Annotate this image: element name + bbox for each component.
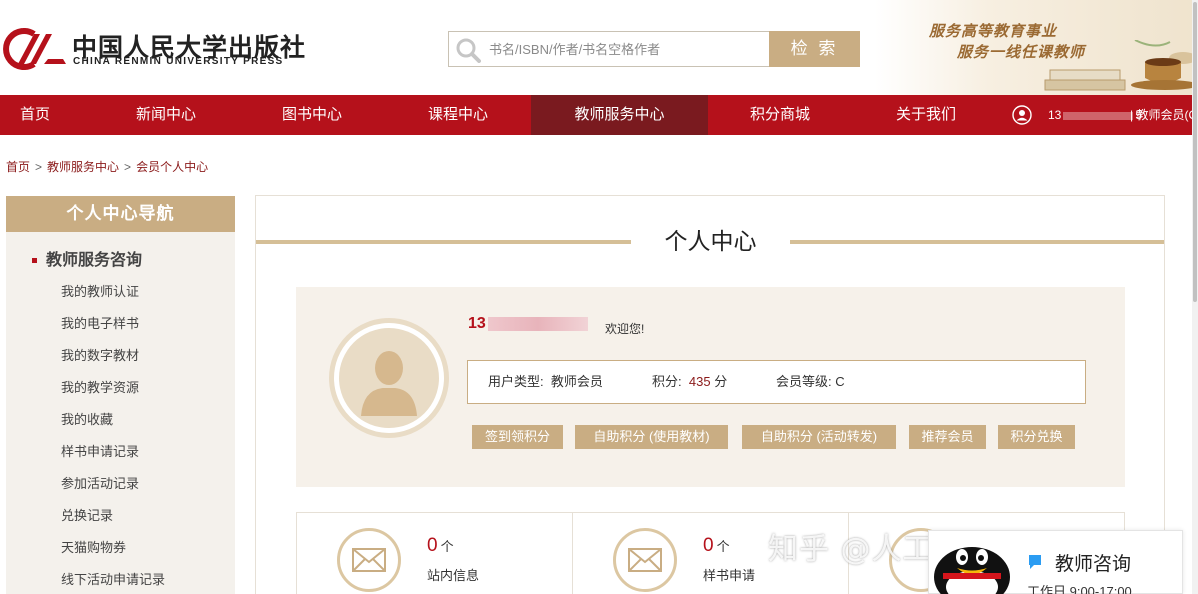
main-nav: 首页 新闻中心 图书中心 课程中心 教师服务中心 积分商城 关于我们 13 5 |… — [0, 95, 1198, 135]
nav-news[interactable]: 新闻中心 — [122, 95, 210, 135]
title-divider-right — [790, 240, 1164, 244]
stat-samples-label: 样书申请 — [703, 568, 756, 583]
nav-teacher-service[interactable]: 教师服务中心 — [531, 95, 708, 135]
envelope-icon — [613, 528, 677, 592]
nav-courses[interactable]: 课程中心 — [414, 95, 502, 135]
sidebar-item-favorites[interactable]: 我的收藏 — [61, 409, 113, 428]
points-exchange-button[interactable]: 积分兑换 — [998, 425, 1075, 449]
stat-samples-count: 0个 — [703, 535, 730, 556]
sidebar: 个人中心导航 教师服务咨询 我的教师认证 我的电子样书 我的数字教材 我的教学资… — [6, 196, 235, 594]
recommend-member-button[interactable]: 推荐会员 — [909, 425, 986, 449]
avatar-placeholder — [339, 328, 439, 428]
user-icon — [1012, 105, 1032, 125]
points: 积分: 435 分 — [652, 374, 728, 389]
self-points-textbook-button[interactable]: 自助积分 (使用教材) — [575, 425, 728, 449]
logo-english-text: CHINA RENMIN UNIVERSITY PRESS — [73, 56, 284, 67]
sidebar-item-redeem-records[interactable]: 兑换记录 — [61, 505, 113, 524]
teacher-consult-chat[interactable]: 教师咨询 工作日 9:00-17:00 — [928, 530, 1183, 594]
sidebar-item-activity-records[interactable]: 参加活动记录 — [61, 473, 139, 492]
nav-home[interactable]: 首页 — [0, 95, 70, 135]
qq-penguin-icon — [934, 547, 1010, 594]
nav-books[interactable]: 图书中心 — [268, 95, 356, 135]
scrollbar-thumb[interactable] — [1193, 2, 1197, 302]
breadcrumb-member-center[interactable]: 会员个人中心 — [136, 160, 208, 174]
welcome-text: 欢迎您! — [605, 322, 645, 336]
press-logo-icon — [3, 28, 66, 70]
person-silhouette-icon — [361, 351, 417, 416]
stat-messages[interactable]: 0个 站内信息 — [297, 513, 573, 594]
sidebar-item-teaching-resources[interactable]: 我的教学资源 — [61, 377, 139, 396]
chat-hours: 工作日 9:00-17:00 — [1027, 584, 1132, 594]
banner-slogan-2: 服务一线任课教师 — [957, 43, 1086, 61]
user-id: 13 5 — [1048, 108, 1143, 122]
member-level: 会员等级: C — [776, 374, 845, 389]
sidebar-section-teacher-consult[interactable]: 教师服务咨询 — [32, 246, 142, 270]
banner-slogan-1: 服务高等教育事业 — [929, 22, 1058, 40]
sidebar-item-tmall-coupons[interactable]: 天猫购物券 — [61, 537, 126, 556]
search-button[interactable]: 检 索 — [769, 31, 860, 67]
bullet-icon — [32, 258, 37, 264]
user-role: | 教师会员(C — [1130, 108, 1198, 122]
sidebar-title: 个人中心导航 — [6, 196, 235, 232]
chat-bubble-icon — [1029, 555, 1041, 569]
nav-points-mall[interactable]: 积分商城 — [736, 95, 824, 135]
chat-title: 教师咨询 — [1055, 554, 1132, 575]
envelope-icon — [337, 528, 401, 592]
page: 中国人民大学出版社 CHINA RENMIN UNIVERSITY PRESS … — [0, 0, 1198, 594]
search-icon — [456, 38, 481, 63]
sidebar-item-teacher-auth[interactable]: 我的教师认证 — [61, 281, 139, 300]
page-scrollbar[interactable] — [1192, 0, 1198, 594]
profile-card: 13 欢迎您! 用户类型: 教师会员 积分: 435 分 会员等级: C 签到领… — [296, 287, 1125, 487]
sidebar-item-ebook-samples[interactable]: 我的电子样书 — [61, 313, 139, 332]
header-banner: 服务高等教育事业 服务一线任课教师 — [875, 0, 1198, 95]
search-input[interactable] — [489, 32, 769, 66]
page-title-bar: 个人中心 — [256, 226, 1164, 256]
avatar[interactable] — [329, 318, 449, 438]
sidebar-item-offline-events[interactable]: 线下活动申请记录 — [61, 569, 165, 588]
self-points-share-button[interactable]: 自助积分 (活动转发) — [742, 425, 896, 449]
stat-messages-label: 站内信息 — [427, 568, 480, 583]
sidebar-item-digital-textbooks[interactable]: 我的数字教材 — [61, 345, 139, 364]
stat-messages-count: 0个 — [427, 535, 454, 556]
sidebar-item-sample-requests[interactable]: 样书申请记录 — [61, 441, 139, 460]
breadcrumb-home[interactable]: 首页 — [6, 160, 30, 174]
checkin-points-button[interactable]: 签到领积分 — [472, 425, 563, 449]
member-info-box: 用户类型: 教师会员 积分: 435 分 会员等级: C — [467, 360, 1086, 404]
user-type: 用户类型: 教师会员 — [488, 374, 603, 389]
header: 中国人民大学出版社 CHINA RENMIN UNIVERSITY PRESS … — [0, 0, 1198, 95]
page-title: 个人中心 — [664, 228, 757, 254]
search-bar: 检 索 — [448, 31, 860, 67]
username: 13 — [468, 315, 588, 333]
breadcrumb: 首页 > 教师服务中心 > 会员个人中心 — [6, 160, 209, 174]
nav-about[interactable]: 关于我们 — [882, 95, 970, 135]
breadcrumb-teacher-service[interactable]: 教师服务中心 — [47, 160, 119, 174]
title-divider-left — [256, 240, 631, 244]
